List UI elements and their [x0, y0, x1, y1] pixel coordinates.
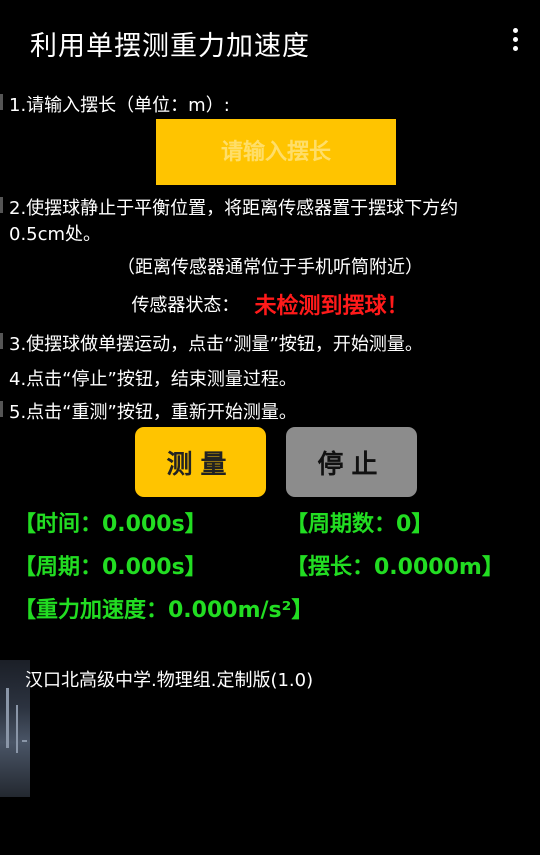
edge-mark — [0, 333, 3, 349]
gravity-readout: 【重力加速度：0.000m/s²】 — [14, 598, 314, 623]
edge-mark — [0, 401, 3, 417]
step-2-text-continued: 0.5cm处。 — [9, 224, 102, 245]
step-1-text: 1.请输入摆长（单位：m）: — [9, 95, 230, 116]
time-readout: 【时间：0.000s】 — [14, 512, 207, 537]
app-bar: 利用单摆测重力加速度 — [0, 0, 540, 86]
stop-button[interactable]: 停止 — [286, 427, 417, 497]
edge-mark — [0, 94, 3, 110]
period-readout: 【周期：0.000s】 — [14, 555, 207, 580]
sensor-status-label: 传感器状态： — [131, 295, 240, 316]
app-title: 利用单摆测重力加速度 — [30, 31, 310, 62]
sensor-status-row: 传感器状态： 未检测到摆球！ — [0, 288, 540, 320]
measure-button[interactable]: 测量 — [135, 427, 266, 497]
footer-credit: 汉口北高级中学.物理组.定制版(1.0) — [25, 670, 314, 691]
length-readout: 【摆长：0.0000m】 — [286, 555, 504, 580]
step-5-text: 5.点击“重测”按钮，重新开始测量。 — [9, 402, 297, 423]
sensor-location-note: （距离传感器通常位于手机听筒附近） — [117, 257, 423, 278]
sensor-status-value: 未检测到摆球！ — [254, 294, 409, 319]
overflow-menu-icon[interactable] — [510, 28, 520, 58]
period-count-readout: 【周期数：0】 — [286, 512, 434, 537]
pendulum-length-input[interactable] — [156, 119, 396, 185]
step-3-text: 3.使摆球做单摆运动，点击“测量”按钮，开始测量。 — [9, 334, 423, 355]
step-2-text: 2.使摆球静止于平衡位置，将距离传感器置于摆球下方约 — [9, 198, 459, 219]
step-4-text: 4.点击“停止”按钮，结束测量过程。 — [9, 369, 297, 390]
edge-mark — [0, 197, 3, 213]
